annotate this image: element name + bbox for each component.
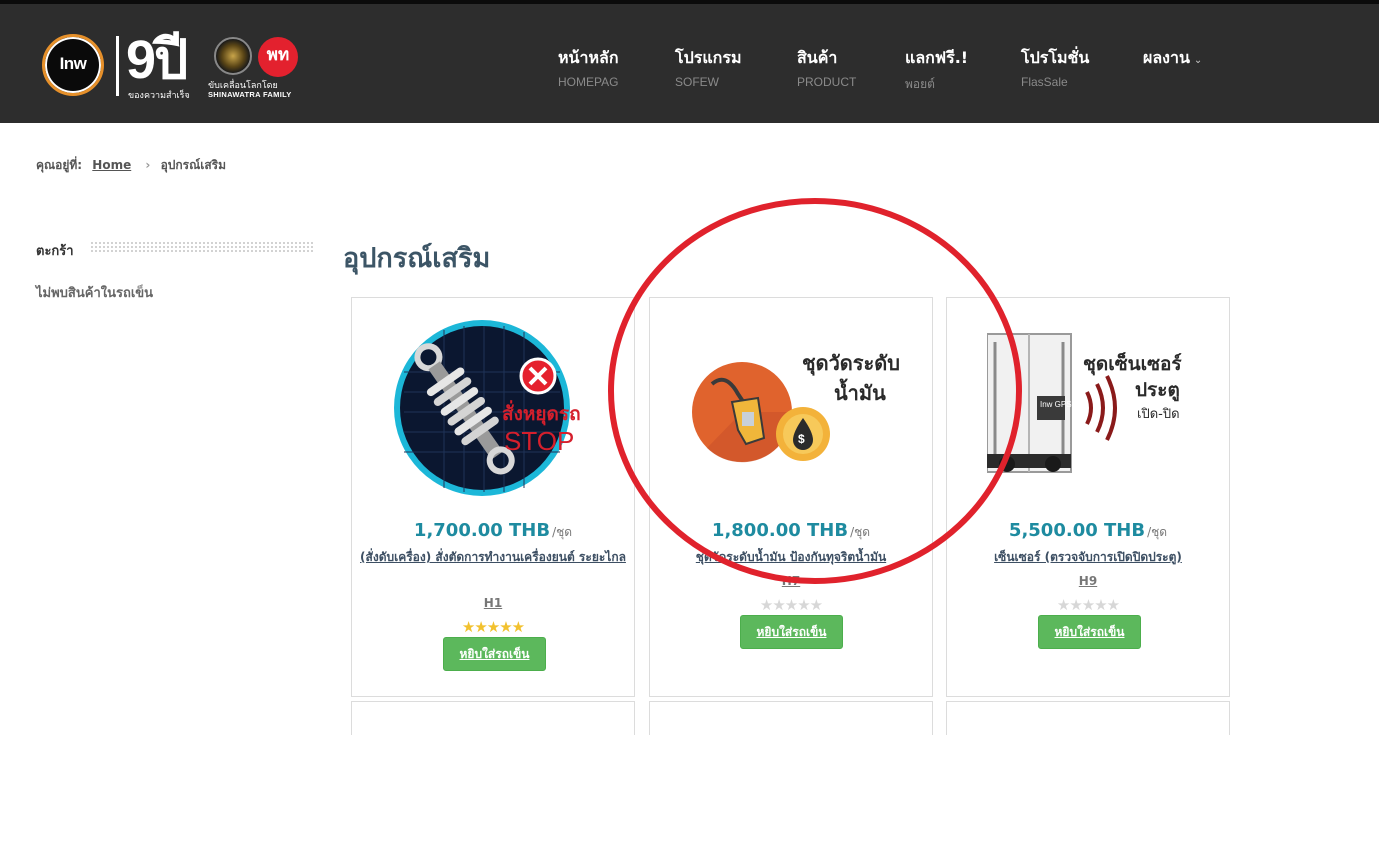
- nav-sublabel: พอยต์: [905, 77, 935, 91]
- product-image-engine-stop[interactable]: สั่งหยุดรถ STOP: [384, 312, 602, 504]
- anniversary-mark: 9ปี: [126, 30, 188, 90]
- star-icon: ★: [461, 618, 475, 636]
- nav-sublabel: SOFEW: [675, 75, 719, 89]
- product-code-link[interactable]: H9: [947, 574, 1229, 588]
- anniversary-caption: ของความสำเร็จ: [128, 91, 190, 101]
- heading-divider: [90, 241, 315, 253]
- breadcrumb-prefix: คุณอยู่ที่:: [36, 158, 83, 172]
- star-icon: ★: [1106, 596, 1120, 614]
- breadcrumb-home-link[interactable]: Home: [92, 158, 131, 172]
- add-to-cart-button[interactable]: หยิบใส่รถเข็น: [740, 615, 843, 649]
- star-icon: ★: [474, 618, 487, 636]
- product-name-link[interactable]: ชุดวัดระดับน้ำมัน ป้องกันทุจริตน้ำมัน: [658, 546, 924, 568]
- brand-logo-text: Inw: [59, 54, 87, 73]
- product-name-link[interactable]: (สั่งดับเครื่อง) สั่งตัดการทำงานเครื่องย…: [360, 546, 626, 568]
- product-image-fuel-gauge[interactable]: $ ชุดวัดระดับ น้ำมัน: [682, 312, 900, 504]
- rating-stars: ★★★★★: [352, 618, 634, 636]
- image-caption: ประตู: [1135, 379, 1180, 402]
- image-caption: ชุดเซ็นเซอร์: [1083, 351, 1182, 376]
- nav-item-promotion[interactable]: โปรโมชั่น FlasSale: [1021, 46, 1089, 89]
- product-price: 1,700.00 THB/ชุด: [352, 520, 634, 542]
- svg-text:$: $: [798, 432, 805, 446]
- page-title: อุปกรณ์เสริม: [343, 243, 491, 274]
- nav-item-product[interactable]: สินค้า PRODUCT: [797, 46, 856, 89]
- nav-label: แลกฟรี.!: [905, 48, 969, 67]
- star-icon: ★: [511, 618, 525, 636]
- star-icon: ★: [759, 596, 773, 614]
- product-card-partial: [946, 701, 1230, 735]
- product-card-partial: [351, 701, 635, 735]
- star-icon: ★: [784, 596, 798, 614]
- star-icon: ★: [1056, 596, 1070, 614]
- add-to-cart-button[interactable]: หยิบใส่รถเข็น: [443, 637, 546, 671]
- price-unit: /ชุด: [552, 525, 573, 539]
- product-code-link[interactable]: H1: [352, 596, 634, 610]
- logo-divider: [116, 36, 119, 96]
- product-price: 5,500.00 THB/ชุด: [947, 520, 1229, 542]
- cart-heading: ตะกร้า: [36, 244, 74, 259]
- price-amount: 5,500.00 THB: [1008, 520, 1146, 541]
- site-header: Inw 9ปี ของความสำเร็จ พท ขับเคลื่อนโลกโด…: [0, 0, 1379, 123]
- add-to-cart-button[interactable]: หยิบใส่รถเข็น: [1038, 615, 1141, 649]
- nav-item-portfolio[interactable]: ผลงาน ⌄: [1143, 46, 1202, 71]
- nav-sublabel: FlasSale: [1021, 75, 1068, 89]
- nav-label: โปรแกรม: [675, 48, 742, 67]
- star-icon: ★: [772, 596, 785, 614]
- star-icon: ★: [1069, 596, 1082, 614]
- star-icon: ★: [486, 618, 500, 636]
- rating-stars: ★★★★★: [650, 596, 932, 614]
- star-icon: ★: [499, 618, 512, 636]
- nav-item-home[interactable]: หน้าหลัก HOMEPAG: [558, 46, 619, 89]
- star-icon: ★: [809, 596, 823, 614]
- star-icon: ★: [797, 596, 810, 614]
- price-unit: /ชุด: [1147, 525, 1168, 539]
- brand-logo[interactable]: Inw: [42, 34, 104, 96]
- cart-empty-text: ไม่พบสินค้าในรถเข็น: [36, 286, 154, 301]
- nav-item-program[interactable]: โปรแกรม SOFEW: [675, 46, 741, 89]
- image-caption: STOP: [504, 426, 574, 456]
- nav-label: สินค้า: [797, 48, 838, 67]
- image-caption: น้ำมัน: [834, 378, 886, 405]
- price-amount: 1,700.00 THB: [413, 520, 551, 541]
- chevron-down-icon: ⌄: [1193, 55, 1203, 66]
- star-icon: ★: [1094, 596, 1107, 614]
- product-card: Inw GPS ชุดเซ็นเซอร์ ประตู เปิด-ปิด 5,50…: [946, 297, 1230, 697]
- product-card-partial: [649, 701, 933, 735]
- image-caption: สั่งหยุดรถ: [502, 400, 581, 426]
- nav-sublabel: PRODUCT: [797, 75, 857, 89]
- seal-emblem-icon: [214, 37, 252, 75]
- breadcrumb: คุณอยู่ที่: Home › อุปกรณ์เสริม: [36, 156, 226, 175]
- product-card: สั่งหยุดรถ STOP 1,700.00 THB/ชุด (สั่งดั…: [351, 297, 635, 697]
- price-unit: /ชุด: [850, 525, 871, 539]
- nav-label: หน้าหลัก: [558, 48, 619, 67]
- product-image-door-sensor[interactable]: Inw GPS ชุดเซ็นเซอร์ ประตู เปิด-ปิด: [987, 312, 1207, 504]
- rating-stars: ★★★★★: [947, 596, 1229, 614]
- partner-name: SHINAWATRA FAMILY: [208, 90, 292, 99]
- image-caption: เปิด-ปิด: [1137, 407, 1180, 422]
- breadcrumb-current: อุปกรณ์เสริม: [160, 158, 227, 172]
- star-icon: ★: [1081, 596, 1095, 614]
- image-caption: ชุดวัดระดับ: [802, 351, 900, 376]
- product-card: $ ชุดวัดระดับ น้ำมัน 1,800.00 THB/ชุด ชุ…: [649, 297, 933, 697]
- price-amount: 1,800.00 THB: [711, 520, 849, 541]
- nav-label: โปรโมชั่น: [1021, 48, 1090, 67]
- nav-sublabel: HOMEPAG: [558, 75, 619, 89]
- product-price: 1,800.00 THB/ชุด: [650, 520, 932, 542]
- product-name-link[interactable]: เซ็นเซอร์ (ตรวจจับการเปิดปิดประตู): [955, 546, 1221, 568]
- nav-label: ผลงาน: [1143, 48, 1190, 67]
- breadcrumb-separator: ›: [145, 158, 151, 172]
- image-caption: Inw GPS: [1040, 400, 1072, 409]
- product-code-link[interactable]: H7: [650, 574, 932, 588]
- partner-badge: พท: [258, 37, 298, 77]
- nav-item-free[interactable]: แลกฟรี.! พอยต์: [905, 46, 968, 94]
